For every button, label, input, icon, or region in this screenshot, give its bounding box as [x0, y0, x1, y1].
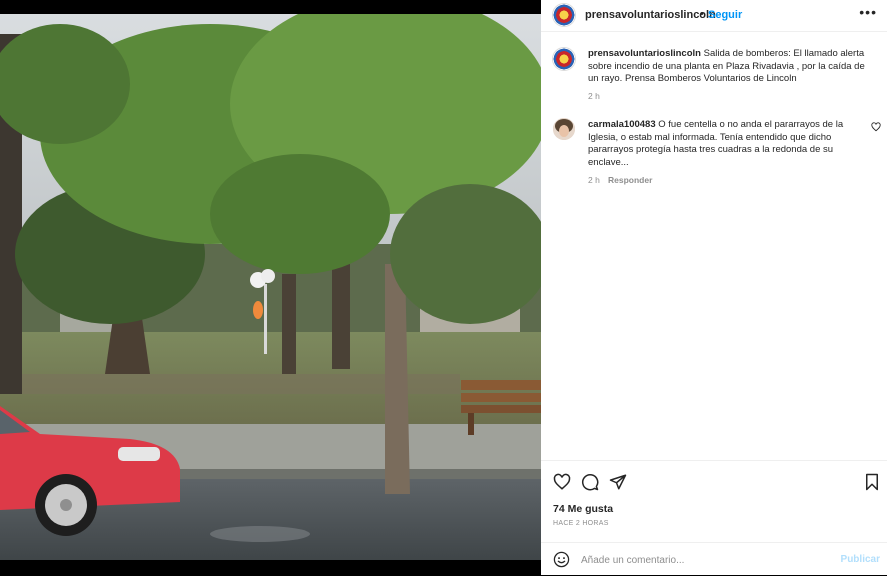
commenter-avatar[interactable]: [553, 118, 575, 140]
more-options-icon[interactable]: •••: [859, 4, 877, 20]
caption-timestamp[interactable]: 2 h: [588, 91, 600, 101]
post-photo[interactable]: [0, 14, 541, 560]
heart-icon[interactable]: [553, 473, 571, 491]
post-header: prensavoluntarioslincoln • Seguir •••: [541, 0, 887, 32]
publish-button[interactable]: Publicar: [841, 554, 880, 565]
emoji-icon[interactable]: [553, 551, 570, 568]
author-avatar[interactable]: [553, 4, 575, 26]
post-caption: prensavoluntarioslincoln Salida de bombe…: [588, 48, 873, 86]
caption-author-avatar[interactable]: [553, 48, 575, 70]
comment-username[interactable]: carmala100483: [588, 119, 656, 130]
commenter-photo: [553, 118, 575, 140]
comment-input[interactable]: [579, 549, 833, 571]
follow-button[interactable]: Seguir: [708, 9, 742, 21]
separator-dot: •: [700, 8, 704, 20]
comment-item: carmala100483 O fue centella o no anda e…: [588, 119, 863, 169]
comment-icon[interactable]: [581, 473, 599, 491]
share-icon[interactable]: [609, 473, 627, 491]
park-scene-image: [0, 14, 541, 560]
reply-button[interactable]: Responder: [608, 175, 652, 185]
likes-count[interactable]: 74 Me gusta: [553, 503, 613, 515]
comment-timestamp[interactable]: 2 h: [588, 175, 600, 185]
post-actions: 74 Me gusta HACE 2 HORAS: [541, 460, 887, 543]
post-side-panel: prensavoluntarioslincoln • Seguir ••• pr…: [541, 0, 887, 575]
add-comment-bar: Publicar: [541, 542, 887, 576]
caption-username[interactable]: prensavoluntarioslincoln: [588, 48, 701, 59]
bookmark-icon[interactable]: [863, 473, 881, 491]
author-username[interactable]: prensavoluntarioslincoln: [585, 9, 716, 21]
comment-like-heart-icon[interactable]: [871, 122, 881, 132]
post-date[interactable]: HACE 2 HORAS: [553, 520, 609, 527]
